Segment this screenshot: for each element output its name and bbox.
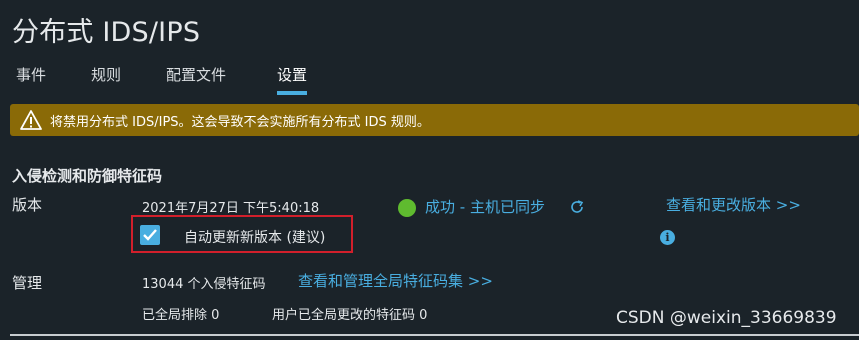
info-icon[interactable]: i	[660, 230, 675, 245]
sync-status-text: 成功 - 主机已同步	[425, 198, 545, 216]
tab-settings[interactable]: 设置	[277, 64, 308, 95]
manage-signatures-link[interactable]: 查看和管理全局特征码集 >>	[298, 270, 493, 291]
refresh-icon[interactable]	[568, 198, 586, 216]
tab-rules[interactable]: 规则	[91, 64, 121, 93]
warning-banner: 将禁用分布式 IDS/IPS。这会导致不会实施所有分布式 IDS 规则。	[10, 104, 859, 136]
watermark: CSDN @weixin_33669839	[616, 308, 837, 328]
user-changed-count: 用户已全局更改的特征码 0	[272, 308, 428, 323]
version-timestamp: 2021年7月27日 下午5:40:18	[142, 201, 320, 216]
tab-profiles[interactable]: 配置文件	[166, 64, 226, 93]
auto-update-checkbox[interactable]	[140, 225, 160, 245]
version-label: 版本	[12, 196, 43, 214]
page-title: 分布式 IDS/IPS	[12, 17, 201, 48]
tab-bar: 事件 规则 配置文件 设置	[0, 58, 859, 96]
auto-update-label: 自动更新新版本 (建议)	[184, 230, 326, 246]
success-status-icon	[398, 199, 416, 217]
manage-label: 管理	[12, 274, 43, 292]
warning-message: 将禁用分布式 IDS/IPS。这会导致不会实施所有分布式 IDS 规则。	[50, 114, 430, 130]
warning-icon	[20, 110, 42, 130]
divider	[10, 334, 859, 336]
section-title: 入侵检测和防御特征码	[12, 167, 163, 185]
view-change-version-link[interactable]: 查看和更改版本 >>	[666, 194, 801, 215]
global-excluded-count: 已全局排除 0	[142, 308, 220, 323]
checkmark-icon	[143, 229, 157, 241]
signature-count: 13044 个入侵特征码	[142, 277, 266, 292]
tab-events[interactable]: 事件	[16, 64, 46, 93]
